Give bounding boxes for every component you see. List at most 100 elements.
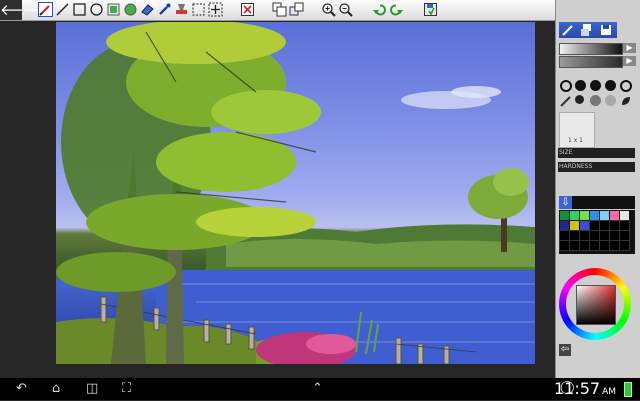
clear-icon <box>241 3 254 16</box>
swatch-r2-7[interactable] <box>619 220 630 231</box>
swatch-r4-5[interactable] <box>599 240 610 251</box>
swatch-r1-7[interactable] <box>620 211 629 220</box>
swatch-r3-6[interactable] <box>609 230 620 241</box>
stamp-tool-button[interactable] <box>174 2 189 17</box>
home-nav-icon: ⌂ <box>52 381 61 396</box>
color-wheel[interactable] <box>559 268 631 340</box>
brush-tools-row <box>559 22 617 38</box>
eraser-tool-button[interactable] <box>140 2 155 17</box>
select-tool-button[interactable] <box>191 2 206 17</box>
size-slider[interactable] <box>559 43 623 55</box>
eyedropper-tool-button[interactable] <box>157 2 172 17</box>
swatch-r1-6[interactable] <box>610 211 619 220</box>
swatch-r2-6[interactable] <box>609 220 620 231</box>
brush-preview-label: 1 x 1 <box>568 137 583 144</box>
swatch-r3-5[interactable] <box>599 230 610 241</box>
drawing-canvas[interactable] <box>56 22 535 364</box>
swatch-r1-3[interactable] <box>580 211 589 220</box>
brush-pencil-icon[interactable] <box>560 22 576 38</box>
swatch-r2-1[interactable] <box>560 221 569 230</box>
pencil-icon <box>38 2 53 17</box>
opacity-slider[interactable] <box>559 56 623 68</box>
size-slider-arrow[interactable]: ▶ <box>623 43 636 53</box>
select-icon <box>192 3 205 16</box>
back-icon: 🡐 <box>0 1 41 19</box>
screenshot-button[interactable]: ⛶ <box>122 381 131 397</box>
zoom-out-button[interactable] <box>338 2 353 17</box>
swatch-r4-7[interactable] <box>619 240 630 251</box>
back-nav-button[interactable]: ↶ <box>16 381 27 397</box>
swatch-r4-2[interactable] <box>569 240 580 251</box>
brush-airbrush-option[interactable] <box>605 80 616 91</box>
swatch-r3-3[interactable] <box>579 230 590 241</box>
brush-cross-option[interactable] <box>620 80 632 92</box>
size-label: SIZE <box>559 149 573 156</box>
rectangle-tool-button[interactable] <box>72 2 87 17</box>
swatch-r4-1[interactable] <box>559 240 570 251</box>
expand-button[interactable]: ⌃ <box>312 381 323 397</box>
zoom-out-icon <box>339 3 353 17</box>
brush-hard-option[interactable] <box>575 80 586 91</box>
brush-dot-option[interactable] <box>575 95 584 104</box>
brush-light-option[interactable] <box>605 95 616 106</box>
layers-button[interactable] <box>272 2 287 17</box>
brush-shapes <box>559 78 635 108</box>
back-button[interactable]: 🡐 <box>0 0 40 20</box>
swatch-r4-4[interactable] <box>589 240 600 251</box>
save-icon <box>424 3 437 16</box>
brush-gray-option[interactable] <box>590 95 601 106</box>
swatch-r3-4[interactable] <box>589 230 600 241</box>
recent-apps-button[interactable]: ◫ <box>86 381 98 397</box>
brush-layers-icon[interactable] <box>579 22 595 38</box>
brush-save-icon[interactable] <box>598 22 614 38</box>
saturation-value-picker[interactable] <box>576 285 616 325</box>
landscape-painting <box>56 22 535 364</box>
undo-icon <box>373 4 386 16</box>
rectangle-icon <box>73 3 86 16</box>
clear-canvas-button[interactable] <box>240 2 255 17</box>
swatch-r1-5[interactable] <box>600 211 609 220</box>
swatch-r4-6[interactable] <box>609 240 620 251</box>
pencil-tool-button[interactable] <box>38 2 53 17</box>
zoom-in-button[interactable] <box>321 2 336 17</box>
line-tool-button[interactable] <box>55 2 70 17</box>
battery-icon <box>624 382 632 397</box>
clock-time: 11:57 <box>553 379 601 398</box>
brush-leaf-icon[interactable] <box>620 95 632 107</box>
opacity-slider-arrow[interactable]: ▶ <box>623 56 636 66</box>
hardness-bar[interactable]: HARDNESS <box>558 162 635 172</box>
play-icon: ▶ <box>626 43 633 52</box>
fill-tool-button[interactable] <box>106 2 121 17</box>
stamp-icon <box>176 4 187 14</box>
hardness-label: HARDNESS <box>559 163 593 170</box>
swatch-r2-4[interactable] <box>589 220 600 231</box>
swatch-r4-3[interactable] <box>579 240 590 251</box>
size-bar[interactable]: SIZE <box>558 148 635 158</box>
swatch-r1-4[interactable] <box>590 211 599 220</box>
swatch-r1-2[interactable] <box>570 211 579 220</box>
swatch-r3-7[interactable] <box>619 230 630 241</box>
ellipse-tool-button[interactable] <box>89 2 104 17</box>
swatch-r2-5[interactable] <box>599 220 610 231</box>
swatch-r3-1[interactable] <box>559 230 570 241</box>
save-button[interactable] <box>423 2 438 17</box>
collapse-panel-button[interactable]: ⇦ <box>559 344 571 356</box>
swatch-r1-1[interactable] <box>560 211 569 220</box>
redo-icon <box>390 4 403 16</box>
tool-options-panel: ▶ ▶ 1 x 1 SIZE HARDNESS ⇩ ⇦ <box>555 0 640 378</box>
move-tool-button[interactable] <box>208 2 223 17</box>
pencil-brush-icon[interactable] <box>560 95 572 107</box>
gradient-tool-button[interactable] <box>123 2 138 17</box>
swatch-r3-2[interactable] <box>569 230 580 241</box>
brush-ring-option[interactable] <box>560 80 572 92</box>
palette-down-button[interactable]: ⇩ <box>559 196 572 209</box>
undo-button[interactable] <box>372 2 387 17</box>
brush-soft-option[interactable] <box>590 80 601 91</box>
copy-button[interactable] <box>289 2 304 17</box>
clock: 11:57 AM <box>554 380 616 401</box>
ellipse-icon <box>90 3 103 16</box>
redo-button[interactable] <box>389 2 404 17</box>
home-nav-button[interactable]: ⌂ <box>52 381 60 397</box>
swatch-r2-2[interactable] <box>570 221 579 230</box>
swatch-r2-3[interactable] <box>580 221 589 230</box>
